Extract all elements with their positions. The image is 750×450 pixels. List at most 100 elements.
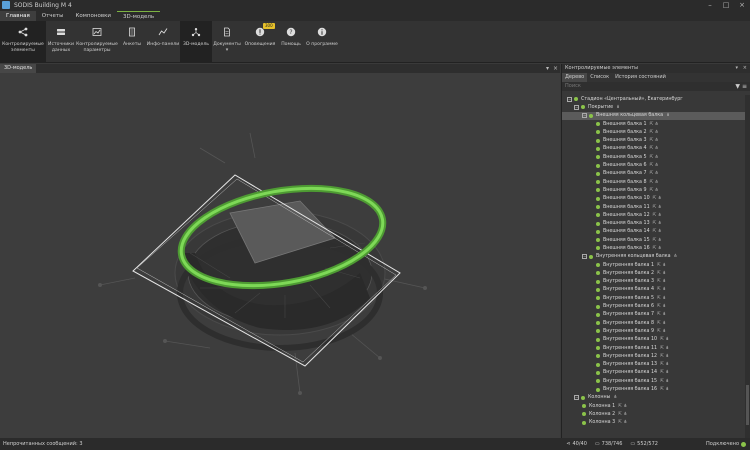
tab-state-history[interactable]: История состояний [612,73,669,82]
tree-row[interactable]: Внешняя балка 5 ⇱ ⋔ [562,153,746,161]
ribbon-forms-button[interactable]: Анкеты [118,21,146,63]
ribbon-controlled-elements-button[interactable]: Контролируемые элементы [0,21,46,63]
element-action-icon[interactable]: ⇱ ⋔ [653,205,662,210]
element-action-icon[interactable]: ⇱ ⋔ [650,138,659,143]
tree-expander-icon[interactable]: − [574,104,579,110]
tree-row[interactable]: − Колонны ⋔ [562,394,746,402]
unread-messages-status[interactable]: Непрочитанных сообщений: 3 [3,441,83,447]
element-action-icon[interactable]: ⇱ ⋔ [660,379,669,384]
element-action-icon[interactable]: ⇱ ⋔ [618,420,627,425]
tab-main[interactable]: Главная [0,11,36,21]
tree-row[interactable]: Внутренняя балка 16 ⇱ ⋔ [562,385,746,393]
element-action-icon[interactable]: ⇱ ⋔ [653,246,662,251]
scrollbar-thumb[interactable] [746,385,749,425]
element-action-icon[interactable]: ⇱ ⋔ [650,163,659,168]
ribbon-about-button[interactable]: О программе [304,21,340,63]
element-action-icon[interactable]: ⋔ [674,254,678,259]
ribbon-data-sources-button[interactable]: Источники данных [46,21,76,63]
element-action-icon[interactable]: ⇱ ⋔ [650,188,659,193]
tree-search-input[interactable]: Поиск ▼ ≡ [562,82,750,91]
minimize-icon[interactable]: – [702,0,718,10]
tree-row[interactable]: Внешняя балка 11 ⇱ ⋔ [562,203,746,211]
element-action-icon[interactable]: ⇱ ⋔ [660,354,669,359]
tree-row[interactable]: Внутренняя балка 5 ⇱ ⋔ [562,294,746,302]
tab-tree[interactable]: Дерево [562,73,588,82]
chevron-down-icon[interactable]: ▾ [226,47,229,54]
tree-row[interactable]: − Покрытие ⋔ [562,103,746,111]
3d-viewport[interactable] [0,73,560,438]
tree-row[interactable]: Внешняя балка 12 ⇱ ⋔ [562,211,746,219]
element-action-icon[interactable]: ⋔ [666,113,670,118]
tree-row[interactable]: Внутренняя балка 15 ⇱ ⋔ [562,377,746,385]
tree-row[interactable]: − Стадион «Центральный», Екатеринбург [562,95,746,103]
element-action-icon[interactable]: ⋔ [616,105,620,110]
tree-row[interactable]: Внутренняя балка 13 ⇱ ⋔ [562,361,746,369]
tree-row[interactable]: Внешняя балка 13 ⇱ ⋔ [562,219,746,227]
tree-row[interactable]: Внутренняя балка 14 ⇱ ⋔ [562,369,746,377]
element-action-icon[interactable]: ⇱ ⋔ [653,229,662,234]
tree-row[interactable]: Внешняя балка 1 ⇱ ⋔ [562,120,746,128]
tree-row[interactable]: Внешняя балка 16 ⇱ ⋔ [562,244,746,252]
tree-row[interactable]: Внутренняя балка 3 ⇱ ⋔ [562,278,746,286]
tree-row[interactable]: Внешняя балка 2 ⇱ ⋔ [562,128,746,136]
ribbon-help-button[interactable]: ? Помощь [278,21,304,63]
chevron-down-icon[interactable]: ▾ [546,64,549,73]
close-icon[interactable]: × [734,0,750,10]
element-action-icon[interactable]: ⇱ ⋔ [650,171,659,176]
tree-row[interactable]: Внутренняя балка 9 ⇱ ⋔ [562,327,746,335]
tab-3d-model-document[interactable]: 3D-модель [0,64,37,73]
ribbon-notifications-button[interactable]: 300 Оповещения [242,21,278,63]
element-action-icon[interactable]: ⋔ [613,395,617,400]
element-action-icon[interactable]: ⇱ ⋔ [657,312,666,317]
filter-icon[interactable]: ▼ [735,83,740,90]
element-action-icon[interactable]: ⇱ ⋔ [653,238,662,243]
close-icon[interactable]: × [743,64,747,73]
element-action-icon[interactable]: ⇱ ⋔ [660,362,669,367]
element-action-icon[interactable]: ⇱ ⋔ [650,146,659,151]
tree-row[interactable]: Внешняя балка 8 ⇱ ⋔ [562,178,746,186]
tab-3d-model[interactable]: 3D-модель [116,11,161,21]
element-action-icon[interactable]: ⇱ ⋔ [657,321,666,326]
tree-row[interactable]: Внутренняя балка 6 ⇱ ⋔ [562,302,746,310]
element-action-icon[interactable]: ⇱ ⋔ [650,180,659,185]
tree-row[interactable]: Внутренняя балка 7 ⇱ ⋔ [562,311,746,319]
more-icon[interactable]: ≡ [742,83,747,90]
tree-row[interactable]: Колонна 2 ⇱ ⋔ [562,410,746,418]
tree-row[interactable]: Внутренняя балка 1 ⇱ ⋔ [562,261,746,269]
chevron-down-icon[interactable]: ▾ [735,64,738,73]
element-action-icon[interactable]: ⇱ ⋔ [650,130,659,135]
element-action-icon[interactable]: ⇱ ⋔ [650,122,659,127]
close-icon[interactable]: × [553,64,558,73]
element-action-icon[interactable]: ⇱ ⋔ [653,221,662,226]
tree-scrollbar[interactable] [745,95,750,438]
tree-row[interactable]: Внешняя балка 4 ⇱ ⋔ [562,145,746,153]
tree-row[interactable]: Внутренняя балка 10 ⇱ ⋔ [562,336,746,344]
tree-expander-icon[interactable]: − [582,113,587,119]
element-action-icon[interactable]: ⇱ ⋔ [657,279,666,284]
maximize-icon[interactable]: □ [718,0,734,10]
tab-reports[interactable]: Отчеты [36,11,70,21]
ribbon-documents-button[interactable]: Документы ▾ [212,21,242,63]
tree-row[interactable]: Внутренняя балка 2 ⇱ ⋔ [562,269,746,277]
tree-row[interactable]: Внешняя балка 3 ⇱ ⋔ [562,136,746,144]
tree-row[interactable]: Колонна 1 ⇱ ⋔ [562,402,746,410]
tree-row[interactable]: Внешняя балка 7 ⇱ ⋔ [562,170,746,178]
element-action-icon[interactable]: ⇱ ⋔ [618,412,627,417]
element-action-icon[interactable]: ⇱ ⋔ [657,304,666,309]
tree-row[interactable]: Внутренняя балка 8 ⇱ ⋔ [562,319,746,327]
ribbon-info-panels-button[interactable]: Инфо-панели [146,21,180,63]
element-action-icon[interactable]: ⇱ ⋔ [660,387,669,392]
tree-row[interactable]: Внешняя балка 14 ⇱ ⋔ [562,228,746,236]
element-action-icon[interactable]: ⇱ ⋔ [657,263,666,268]
element-action-icon[interactable]: ⇱ ⋔ [660,370,669,375]
element-action-icon[interactable]: ⇱ ⋔ [657,271,666,276]
tree-row[interactable]: Внутренняя балка 12 ⇱ ⋔ [562,352,746,360]
tree-expander-icon[interactable]: − [567,96,572,102]
tree-row[interactable]: Внешняя балка 9 ⇱ ⋔ [562,186,746,194]
tree-row[interactable]: Внешняя балка 10 ⇱ ⋔ [562,195,746,203]
ribbon-3d-model-button[interactable]: 3D-модель [180,21,212,63]
element-action-icon[interactable]: ⇱ ⋔ [618,404,627,409]
element-action-icon[interactable]: ⇱ ⋔ [653,213,662,218]
tree-row[interactable]: Внутренняя балка 11 ⇱ ⋔ [562,344,746,352]
tree-expander-icon[interactable]: − [574,395,579,401]
